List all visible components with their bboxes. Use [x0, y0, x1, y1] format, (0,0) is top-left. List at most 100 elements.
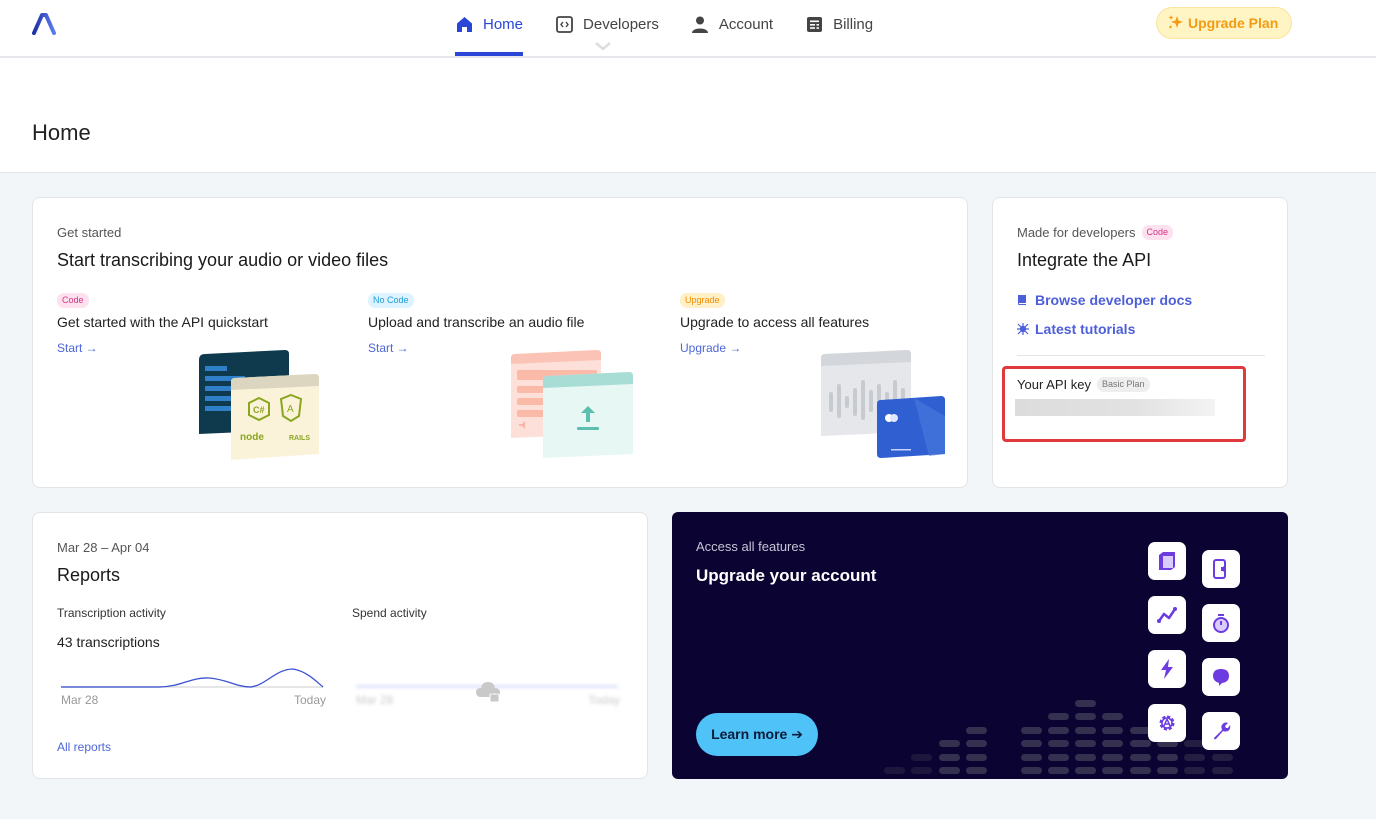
upgrade-title: Upgrade your account [696, 566, 877, 585]
transcription-count: 43 transcriptions [57, 634, 160, 650]
developers-title: Integrate the API [1017, 250, 1152, 270]
equalizer-segment [1075, 726, 1097, 734]
all-reports-link[interactable]: All reports [57, 740, 111, 754]
quickstart-title: Get started with the API quickstart [57, 314, 268, 330]
reports-card: Mar 28 – Apr 04 Reports Transcription ac… [32, 512, 648, 779]
developers-card: Made for developers Code Integrate the A… [992, 197, 1288, 488]
rails-label: RAILS [289, 435, 310, 442]
spend-x-start: Mar 28 [356, 693, 394, 707]
api-key-highlight [1002, 366, 1246, 442]
equalizer-segment [1157, 767, 1178, 774]
spend-activity-label: Spend activity [352, 606, 427, 620]
phone-audio-icon [1202, 550, 1240, 588]
frameworks-illustration: C# A node RAILS [197, 350, 325, 467]
equalizer-segment [965, 740, 987, 747]
analytics-icon [1148, 596, 1186, 634]
equalizer-segment [1075, 713, 1097, 720]
upload-illustration [509, 350, 637, 467]
node-label: node [240, 432, 264, 443]
equalizer-segment [1020, 767, 1042, 774]
locked-cloud-icon [476, 681, 502, 708]
code-badge: Code [57, 293, 89, 308]
equalizer-segment [1211, 767, 1233, 774]
upload-start-link[interactable]: Start → [368, 341, 409, 355]
lightning-icon [1148, 650, 1186, 688]
upgrade-link[interactable]: Upgrade → [680, 341, 741, 355]
get-started-title: Start transcribing your audio or video f… [57, 250, 389, 270]
transcription-x-end: Today [294, 693, 327, 707]
equalizer-segment [1129, 767, 1151, 774]
billing-icon [805, 15, 823, 33]
quickstart-column: Code Get started with the API quickstart… [57, 290, 357, 357]
logo-icon[interactable] [30, 12, 58, 36]
stopwatch-icon [1202, 604, 1240, 642]
upgrade-plan-button[interactable]: Upgrade Plan [1156, 7, 1293, 39]
sparkle-icon [1168, 14, 1184, 33]
equalizer-segment [1020, 753, 1042, 761]
equalizer-segment [1102, 753, 1124, 761]
browse-docs-link[interactable]: Browse developer docs [1017, 292, 1192, 308]
equalizer-segment [1075, 699, 1097, 707]
equalizer-segment [1211, 753, 1233, 761]
nav-developers-label: Developers [583, 15, 659, 33]
quickstart-start-link[interactable]: Start → [57, 341, 98, 355]
upgrade-eyebrow: Access all features [696, 539, 806, 554]
equalizer-segment [1184, 753, 1206, 761]
equalizer-segment [911, 767, 933, 774]
equalizer-segment [1102, 767, 1124, 774]
equalizer-segment [965, 753, 987, 761]
equalizer-segment [1102, 740, 1124, 747]
home-icon [455, 15, 473, 33]
get-started-card: Get started Start transcribing your audi… [32, 197, 968, 488]
browse-docs-label: Browse developer docs [1035, 292, 1193, 308]
divider [1017, 355, 1265, 356]
nav-billing[interactable]: Billing [805, 0, 873, 48]
latest-tutorials-link[interactable]: Latest tutorials [1017, 321, 1192, 337]
reports-title: Reports [57, 565, 121, 585]
nav-account[interactable]: Account [691, 0, 773, 48]
user-icon [691, 15, 709, 33]
equalizer-segment [1075, 767, 1097, 774]
csharp-label: C# [253, 405, 265, 415]
equalizer-segment [1075, 740, 1097, 747]
settings-gear-icon [1148, 704, 1186, 742]
nav-billing-label: Billing [833, 15, 874, 33]
bug-icon [1017, 323, 1029, 335]
equalizer-segment [1129, 740, 1151, 747]
equalizer-segment [1129, 753, 1151, 761]
developers-eyebrow: Made for developers [1017, 225, 1136, 240]
nav-account-label: Account [718, 15, 774, 33]
equalizer-segment [1047, 726, 1069, 734]
learn-more-button[interactable]: Learn more ➔ [696, 713, 818, 756]
equalizer-segment [1047, 740, 1069, 747]
equalizer-segment [1047, 713, 1069, 720]
equalizer-segment [1184, 767, 1206, 774]
equalizer-segment [1102, 713, 1124, 720]
cube-icon [1148, 542, 1186, 580]
equalizer-segment [1102, 726, 1124, 734]
book-icon [1017, 294, 1029, 306]
equalizer-segment [1047, 767, 1069, 774]
page-title: Home [32, 120, 91, 145]
transcription-activity-label: Transcription activity [57, 606, 166, 620]
code-icon [555, 15, 573, 33]
payment-illustration [819, 350, 947, 467]
equalizer-segment [884, 767, 905, 774]
no-code-badge: No Code [368, 293, 414, 308]
upload-title: Upload and transcribe an audio file [368, 314, 585, 330]
equalizer-segment [911, 753, 933, 761]
top-navigation: Home Developers Account Billing Upgrade [0, 0, 1376, 58]
upload-column: No Code Upload and transcribe an audio f… [368, 290, 668, 357]
page-header: Home [0, 58, 1376, 173]
wrench-icon [1202, 712, 1240, 750]
main-nav: Home Developers Account Billing [455, 0, 905, 58]
equalizer-segment [1075, 753, 1097, 761]
equalizer-segment [965, 726, 987, 734]
equalizer-segment [938, 767, 960, 774]
nav-home[interactable]: Home [455, 0, 524, 56]
equalizer-segment [1157, 753, 1178, 761]
equalizer-segment [1020, 740, 1042, 747]
chat-bubble-icon [1202, 658, 1240, 696]
chevron-down-icon [594, 38, 612, 51]
equalizer-segment [1047, 753, 1069, 761]
